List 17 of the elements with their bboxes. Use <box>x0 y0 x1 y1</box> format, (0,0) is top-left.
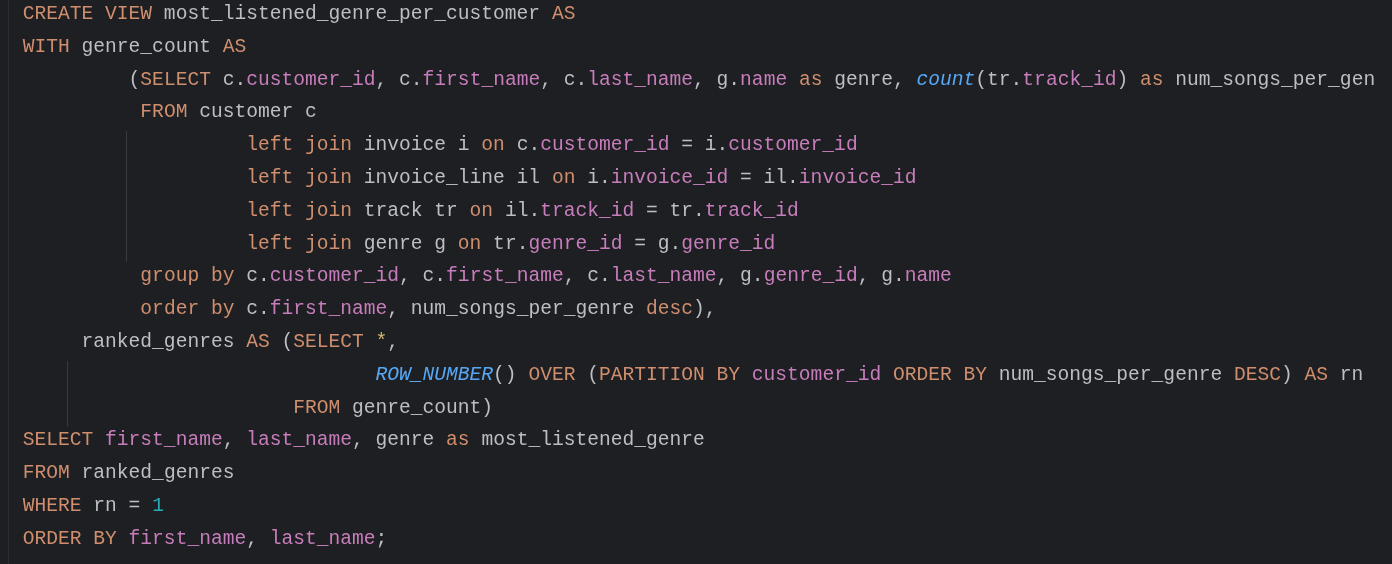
code-line: FROM genre_count) <box>293 396 494 419</box>
code-line: group by c.customer_id, c.first_name, c.last_name, g.genre_id, g.name <box>140 265 952 288</box>
code-line: WITH genre_count AS <box>22 35 247 58</box>
code-line: CREATE VIEW most_listened_genre_per_customer AS <box>22 3 576 25</box>
code-line: ROW_NUMBER() OVER (PARTITION BY customer_id ORDER BY num_songs_per_genre DESC) AS rn <box>375 363 1364 386</box>
code-line: left join invoice i on c.customer_id = i.customer_id <box>246 134 858 157</box>
code-line: SELECT first_name, last_name, genre as most_listened_genre <box>22 429 705 452</box>
code-line: left join invoice_line il on i.invoice_id = il.invoice_id <box>246 167 917 189</box>
code-line: left join track tr on il.track_id = tr.track_id <box>246 199 799 222</box>
code-line: WHERE rn = 1 <box>22 494 164 517</box>
code-line: left join genre g on tr.genre_id = g.genre_id <box>246 232 776 255</box>
code-line: ORDER BY first_name, last_name; <box>22 527 388 550</box>
code-line: (SELECT c.customer_id, c.first_name, c.last_name, g.name as genre, count(tr.track_id) as num_songs_per_gen <box>128 68 1376 91</box>
code-line: ranked_genres AS (SELECT *, <box>81 330 400 353</box>
code-line: FROM ranked_genres <box>22 462 235 485</box>
code-line: order by c.first_name, num_songs_per_genre desc), <box>140 298 717 321</box>
code-line: FROM customer c <box>140 101 317 124</box>
